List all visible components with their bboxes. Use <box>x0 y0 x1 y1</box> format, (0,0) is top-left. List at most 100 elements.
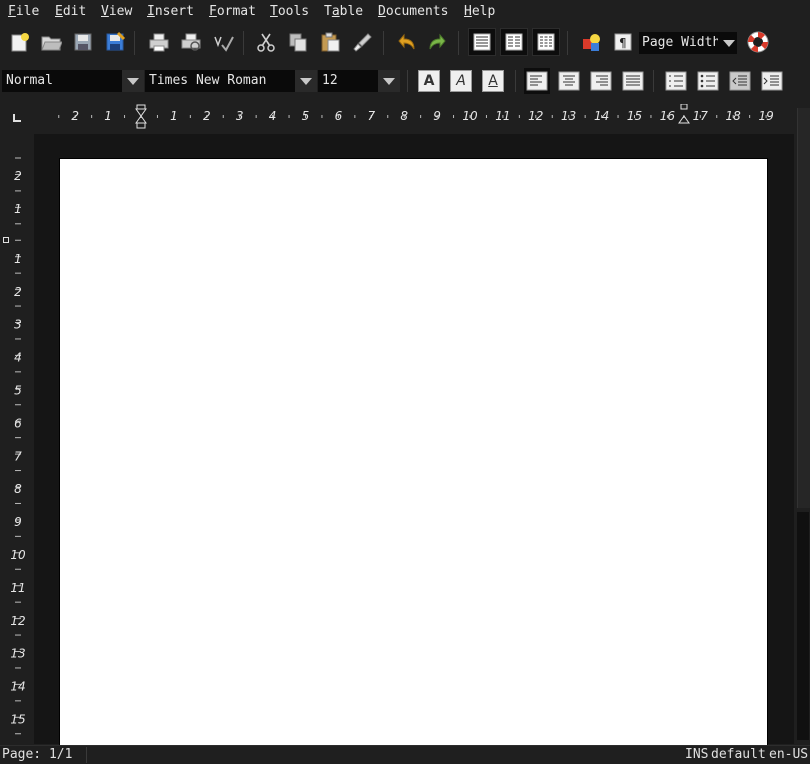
save-as-button[interactable] <box>101 28 129 56</box>
scrollbar-track[interactable] <box>797 512 809 740</box>
font-size-combo[interactable]: 12 <box>318 70 378 92</box>
menu-tools[interactable]: Tools <box>270 4 309 19</box>
ruler-label: 12 <box>10 614 25 628</box>
ruler-label: 7 <box>14 449 22 463</box>
shapes-icon <box>583 34 600 51</box>
right-indent-marker[interactable] <box>678 104 690 124</box>
align-left-button[interactable] <box>524 68 550 94</box>
undo-icon <box>398 33 415 50</box>
bold-glyph: A <box>423 73 435 89</box>
copy-button[interactable] <box>284 28 312 56</box>
font-name-dropdown-button[interactable] <box>295 70 317 92</box>
menu-documents[interactable]: Documents <box>378 4 448 19</box>
chevron-down-icon <box>300 78 312 85</box>
ruler-label: 18 <box>726 109 742 123</box>
document-page[interactable] <box>59 158 768 748</box>
tab-stop-selector[interactable] <box>12 112 22 127</box>
left-indent-marker[interactable] <box>135 104 147 129</box>
increase-indent-button[interactable] <box>759 68 785 94</box>
paragraph-style-combo[interactable]: Normal <box>2 70 122 92</box>
vertical-scrollbar[interactable] <box>796 100 810 744</box>
toolbar-separator <box>653 70 654 92</box>
menu-format[interactable]: Format <box>209 4 256 19</box>
horizontal-ruler[interactable]: 2 1 1 2 3 4 5 6 7 8 9 10 11 12 13 14 15 16 17 18 19 <box>34 104 794 130</box>
menu-file[interactable]: File <box>8 4 39 19</box>
show-formatting-marks-button[interactable]: ¶ <box>609 28 637 56</box>
ruler-label: 8 <box>14 482 22 496</box>
status-separator <box>86 747 87 763</box>
format-paintbrush-button[interactable] <box>348 28 376 56</box>
paste-button[interactable] <box>316 28 344 56</box>
vertical-ruler[interactable]: 21123456789101112131415 <box>8 150 28 744</box>
numbered-list-button[interactable] <box>663 68 689 94</box>
ruler-label: 15 <box>10 713 25 727</box>
bulleted-list-button[interactable] <box>695 68 721 94</box>
page-style-indicator: default <box>711 747 766 762</box>
ruler-labels: 21123456789101112131415 <box>10 169 26 726</box>
chevron-down-icon <box>723 40 735 47</box>
align-center-button[interactable] <box>556 68 582 94</box>
save-button[interactable] <box>69 28 97 56</box>
ruler-label: 2 <box>71 109 79 123</box>
menu-help[interactable]: Help <box>464 4 495 19</box>
italic-glyph: A <box>456 73 466 89</box>
insert-object-button[interactable] <box>577 28 605 56</box>
ruler-label: 6 <box>335 109 343 123</box>
justify-button[interactable] <box>620 68 646 94</box>
lifebuoy-icon <box>747 31 769 53</box>
ruler-label: 12 <box>528 109 543 123</box>
top-margin-marker[interactable] <box>3 237 9 243</box>
ruler-label: 6 <box>14 416 22 430</box>
single-column-view-button[interactable] <box>468 28 496 56</box>
bold-button[interactable]: A <box>418 70 440 92</box>
undo-button[interactable] <box>393 28 421 56</box>
scrollbar-thumb[interactable] <box>797 108 810 508</box>
ruler-label: 2 <box>14 169 22 183</box>
toolbar-separator <box>515 70 516 92</box>
two-column-view-button[interactable] <box>500 28 528 56</box>
help-button[interactable] <box>744 28 772 56</box>
redo-button[interactable] <box>423 28 451 56</box>
ruler-label: 2 <box>203 109 211 123</box>
toolbar-separator <box>134 31 135 55</box>
font-name-value: Times New Roman <box>149 73 267 88</box>
menu-insert[interactable]: Insert <box>147 4 194 19</box>
menu-edit[interactable]: Edit <box>55 4 86 19</box>
new-document-button[interactable] <box>6 28 34 56</box>
cut-button[interactable] <box>252 28 280 56</box>
insert-mode-indicator[interactable]: INS <box>685 747 708 762</box>
three-column-view-button[interactable] <box>532 28 560 56</box>
ruler-label: 1 <box>14 252 22 266</box>
paragraph-style-dropdown-button[interactable] <box>122 70 144 92</box>
copy-icon <box>289 33 307 52</box>
language-indicator[interactable]: en-US <box>769 747 808 762</box>
open-button[interactable] <box>37 28 65 56</box>
print-preview-button[interactable] <box>177 28 205 56</box>
ruler-label: 14 <box>594 109 609 123</box>
spellcheck-button[interactable] <box>209 28 237 56</box>
toolbar-separator <box>243 31 244 55</box>
ruler-label: 11 <box>495 109 510 123</box>
font-size-dropdown-button[interactable] <box>378 70 400 92</box>
ruler-label: 1 <box>170 109 178 123</box>
menu-table[interactable]: Table <box>324 4 363 19</box>
ruler-label: 5 <box>302 109 310 123</box>
ruler-label: 15 <box>627 109 642 123</box>
italic-button[interactable]: A <box>450 70 472 92</box>
paintbrush-icon <box>353 33 372 52</box>
print-button[interactable] <box>145 28 173 56</box>
align-right-icon <box>590 71 612 91</box>
ruler-label: 13 <box>561 109 576 123</box>
redo-icon <box>429 33 446 50</box>
chevron-down-icon <box>127 78 139 85</box>
zoom-select[interactable]: Page Width <box>639 32 737 54</box>
font-name-combo[interactable]: Times New Roman <box>145 70 295 92</box>
printer-icon <box>149 33 169 52</box>
underline-button[interactable]: A <box>482 70 504 92</box>
ruler-label: 8 <box>400 109 408 123</box>
decrease-indent-button[interactable] <box>727 68 753 94</box>
menu-view[interactable]: View <box>101 4 132 19</box>
ruler-label: 3 <box>14 318 22 332</box>
ruler-label: 17 <box>693 109 709 123</box>
align-right-button[interactable] <box>588 68 614 94</box>
